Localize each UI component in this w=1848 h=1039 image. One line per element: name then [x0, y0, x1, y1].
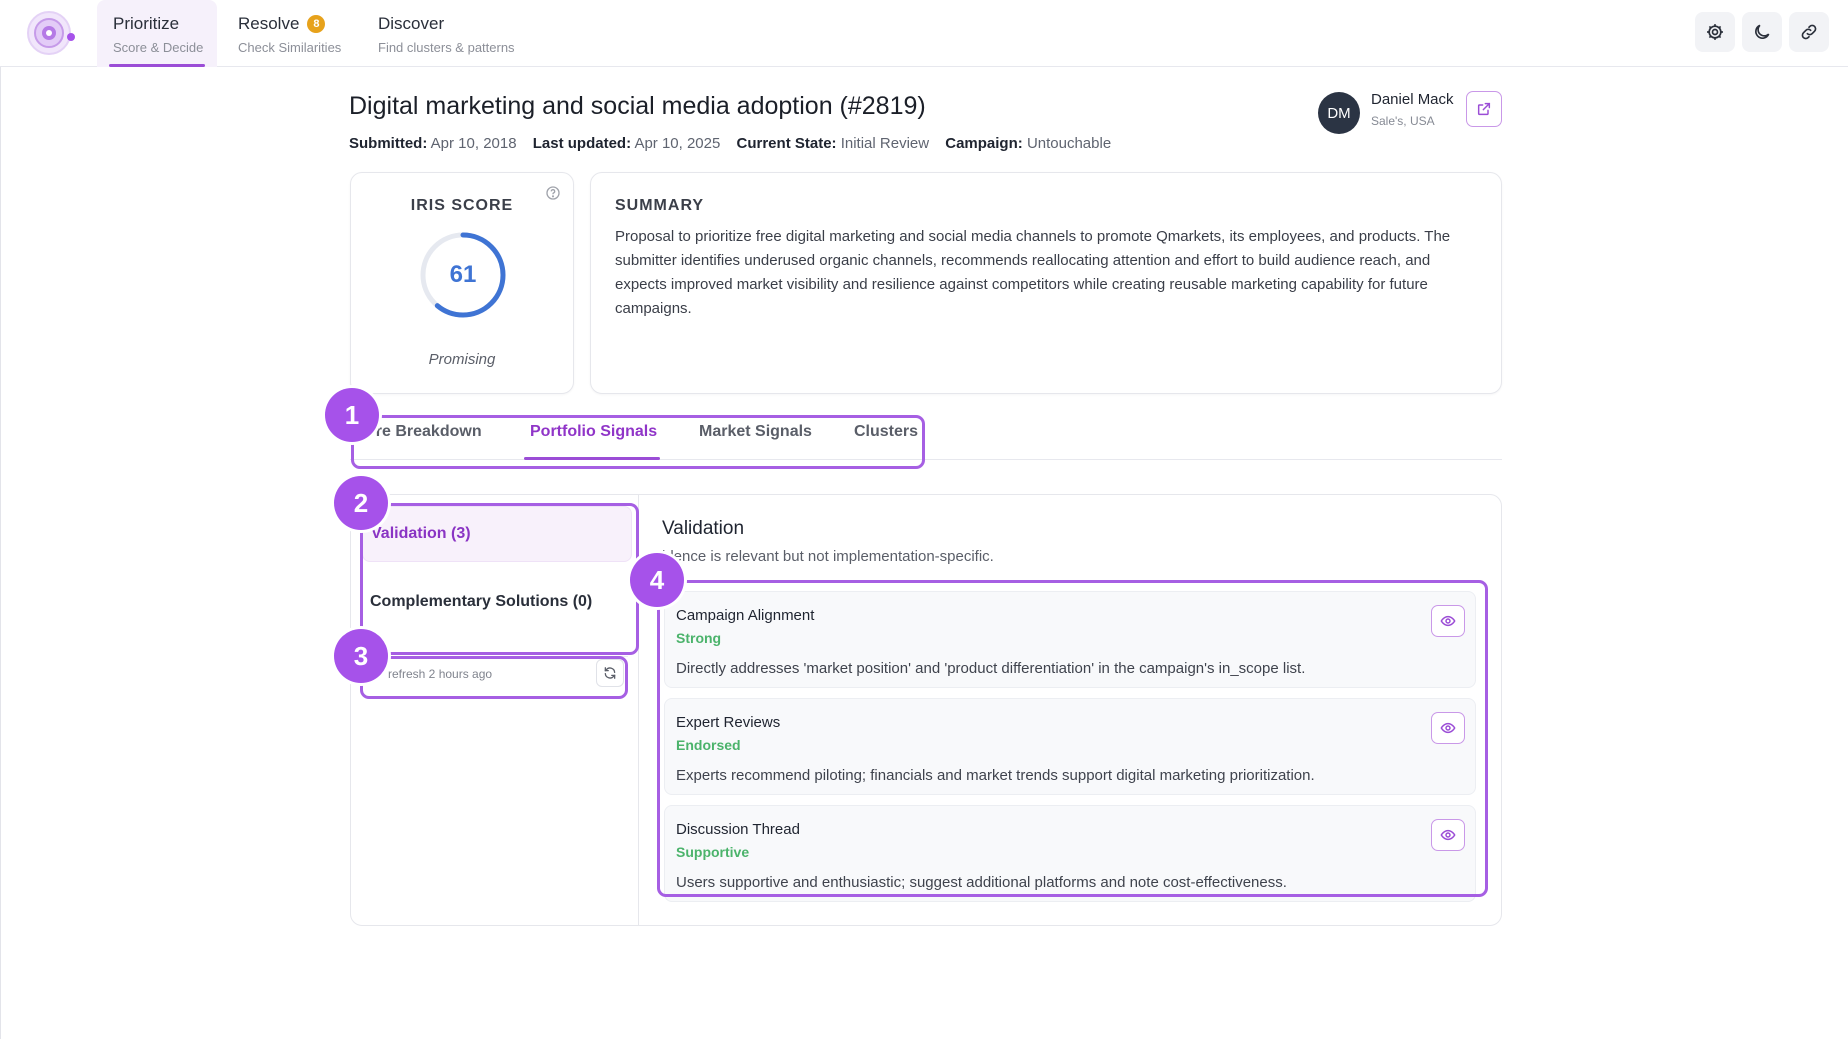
settings-button[interactable] [1695, 12, 1735, 52]
nav-tab-title: Resolve [238, 14, 300, 33]
view-details-button[interactable] [1431, 712, 1465, 744]
theme-toggle-button[interactable] [1742, 12, 1782, 52]
validation-title: Validation [662, 518, 745, 539]
signal-description: Directly addresses 'market position' and… [676, 660, 1306, 677]
signal-name: Discussion Thread [676, 821, 800, 838]
moon-icon [1755, 24, 1770, 39]
copy-link-button[interactable] [1789, 12, 1829, 52]
nav-tab-subtitle: Score & Decide [113, 40, 204, 55]
submitted-date: Apr 10, 2018 [430, 135, 517, 152]
idea-meta: Submitted: Apr 10, 2018 Last updated: Ap… [349, 135, 1123, 152]
campaign-label: Campaign: [945, 135, 1023, 152]
nav-tab-title: Discover [378, 14, 445, 33]
view-details-button[interactable] [1431, 605, 1465, 637]
iris-score-label: IRIS SCORE [410, 197, 514, 214]
external-link-icon [1477, 102, 1491, 116]
signal-card-expert-reviews: Expert Reviews Endorsed Experts recommen… [664, 698, 1476, 795]
help-icon[interactable] [545, 185, 561, 201]
tab-market-signals[interactable]: Market Signals [699, 423, 812, 441]
signal-description: Users supportive and enthusiastic; sugge… [676, 874, 1287, 891]
annotation-marker-4: 4 [630, 553, 684, 607]
tab-portfolio-signals[interactable]: Portfolio Signals [530, 423, 657, 441]
summary-card: SUMMARY Proposal to prioritize free digi… [590, 172, 1502, 394]
updated-label: Last updated: [532, 135, 632, 152]
nav-tab-discover[interactable]: Discover Find clusters & patterns [362, 0, 532, 67]
annotation-marker-3: 3 [334, 629, 388, 683]
refresh-icon [604, 667, 616, 679]
nav-tab-resolve[interactable]: Resolve 8 Check Similarities [222, 0, 362, 67]
signal-card-discussion-thread: Discussion Thread Supportive Users suppo… [664, 805, 1476, 902]
tab-clusters[interactable]: Clusters [854, 423, 918, 441]
open-external-button[interactable] [1466, 91, 1502, 127]
iris-score-card: IRIS SCORE 61 Promising [350, 172, 574, 394]
validation-subtitle: idence is relevant but not implementatio… [662, 548, 994, 565]
annotation-marker-2: 2 [334, 476, 388, 530]
user-name: Daniel Mack [1371, 91, 1454, 108]
iris-score-value: 61 [449, 261, 477, 288]
avatar[interactable]: DM [1318, 92, 1360, 134]
view-details-button[interactable] [1431, 819, 1465, 851]
eye-icon [1440, 615, 1456, 627]
nav-tab-prioritize[interactable]: Prioritize Score & Decide [97, 0, 217, 67]
refresh-row: refresh 2 hours ago [362, 656, 628, 688]
annotation-marker-1: 1 [325, 388, 379, 442]
refresh-button[interactable] [596, 659, 624, 687]
app-logo-icon[interactable] [24, 10, 76, 56]
signal-status: Endorsed [676, 737, 741, 753]
state-label: Current State: [736, 135, 837, 152]
score-verdict: Promising [428, 351, 496, 368]
signal-status: Supportive [676, 844, 750, 860]
signal-name: Campaign Alignment [676, 607, 815, 624]
signal-name: Expert Reviews [676, 714, 781, 731]
gear-icon [1707, 24, 1723, 40]
eye-icon [1440, 722, 1456, 734]
sidenav-item-validation[interactable]: Validation (3) [362, 506, 632, 562]
nav-tab-title: Prioritize [113, 14, 180, 33]
nav-tab-subtitle: Find clusters & patterns [378, 40, 515, 55]
refresh-status: refresh 2 hours ago [388, 667, 493, 681]
current-state: Initial Review [840, 135, 930, 152]
signal-description: Experts recommend piloting; financials a… [676, 767, 1315, 784]
signal-status: Strong [676, 630, 722, 646]
left-border [0, 67, 1, 1039]
summary-heading: SUMMARY [615, 197, 705, 214]
tab-score-breakdown[interactable]: ore Breakdown [366, 423, 482, 441]
active-tab-indicator [524, 457, 660, 460]
link-icon [1801, 24, 1817, 40]
top-nav: Prioritize Score & Decide Resolve 8 Check… [0, 0, 1848, 67]
sidenav-item-complementary-solutions[interactable]: Complementary Solutions (0) [362, 574, 632, 630]
campaign-name: Untouchable [1026, 135, 1112, 152]
submitted-label: Submitted: [349, 135, 428, 152]
tabs-divider [350, 459, 1502, 460]
eye-icon [1440, 829, 1456, 841]
summary-text: Proposal to prioritize free digital mark… [615, 228, 1451, 317]
signal-card-campaign-alignment: Campaign Alignment Strong Directly addre… [664, 591, 1476, 688]
user-location: Sale's, USA [1371, 114, 1435, 128]
nav-tab-subtitle: Check Similarities [238, 40, 342, 55]
updated-date: Apr 10, 2025 [634, 135, 721, 152]
resolve-count-badge: 8 [307, 15, 326, 33]
page-title: Digital marketing and social media adopt… [349, 92, 926, 120]
